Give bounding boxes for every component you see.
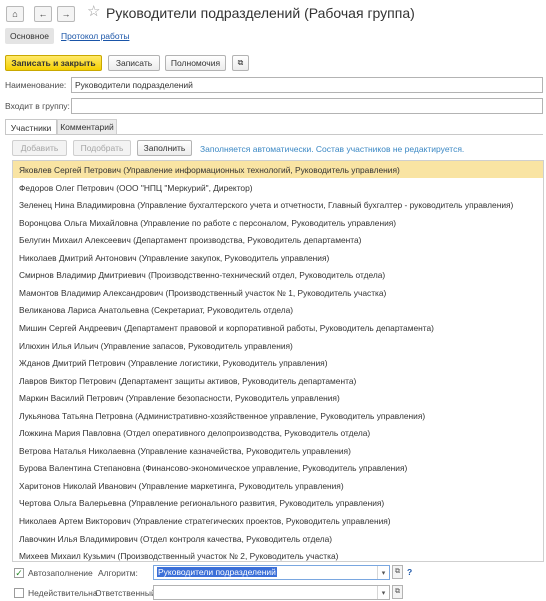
page-title: Руководители подразделений (Рабочая груп… [106,5,415,21]
autofill-label: Автозаполнение [28,568,93,578]
group-label: Входит в группу: [5,101,70,111]
list-item[interactable]: Николаев Артем Викторович (Управление ст… [13,512,543,529]
list-item[interactable]: Илюхин Илья Ильич (Управление запасов, Р… [13,337,543,354]
participants-list[interactable]: Яковлев Сергей Петрович (Управление инфо… [12,160,544,562]
list-item[interactable]: Ложкина Мария Павловна (Отдел оперативно… [13,424,543,441]
list-item[interactable]: Лавров Виктор Петрович (Департамент защи… [13,372,543,389]
list-item[interactable]: Яковлев Сергей Петрович (Управление инфо… [13,161,543,178]
copy-icon: ⧉ [237,58,244,67]
tab-divider [5,134,543,135]
forward-button[interactable]: → [57,6,75,22]
autofill-checkbox[interactable]: ✓ [14,568,24,578]
list-item[interactable]: Маркин Василий Петрович (Управление безо… [13,389,543,406]
list-item[interactable]: Ветрова Наталья Николаевна (Управление к… [13,442,543,459]
chevron-down-icon[interactable]: ▾ [377,566,389,579]
list-item[interactable]: Мишин Сергей Андреевич (Департамент прав… [13,319,543,336]
arrow-right-icon: → [61,9,71,19]
tab-participants[interactable]: Участники [5,119,57,135]
list-item[interactable]: Жданов Дмитрий Петрович (Управление логи… [13,354,543,371]
save-button[interactable]: Записать [108,55,160,71]
list-item[interactable]: Мамонтов Владимир Александрович (Произво… [13,284,543,301]
copy-button[interactable]: ⧉ [232,55,249,71]
pick-button[interactable]: Подобрать [73,140,131,156]
chevron-down-icon[interactable]: ▾ [377,586,389,599]
open-button[interactable]: ⧉ [392,565,403,579]
home-button[interactable]: ⌂ [6,6,24,22]
home-icon: ⌂ [12,9,18,19]
algorithm-label: Алгоритм: [98,568,138,578]
help-link[interactable]: ? [407,567,412,577]
responsible-label: Ответственный: [95,588,159,598]
tab-comment[interactable]: Комментарий [57,119,117,135]
invalid-checkbox[interactable] [14,588,24,598]
permissions-button[interactable]: Полномочия [165,55,226,71]
list-item[interactable]: Воронцова Ольга Михайловна (Управление п… [13,214,543,231]
check-icon: ✓ [15,568,23,578]
algorithm-value: Руководители подразделений [157,567,277,577]
open-responsible-button[interactable]: ⧉ [392,585,403,599]
tab-main[interactable]: Основное [5,28,54,44]
save-close-button[interactable]: Записать и закрыть [5,55,102,71]
list-item[interactable]: Лавочкин Илья Владимирович (Отдел контро… [13,530,543,547]
list-item[interactable]: Белугин Михаил Алексеевич (Департамент п… [13,231,543,248]
list-item[interactable]: Михеев Михаил Кузьмич (Производственный … [13,547,543,561]
list-item[interactable]: Федоров Олег Петрович (ООО "НПЦ "Меркури… [13,179,543,196]
list-item[interactable]: Бурова Валентина Степановна (Финансово-э… [13,459,543,476]
open-icon: ⧉ [395,588,400,595]
name-label: Наименование: [5,80,67,90]
add-button[interactable]: Добавить [12,140,67,156]
autofill-note: Заполняется автоматически. Состав участн… [200,144,465,154]
list-item[interactable]: Лукьянова Татьяна Петровна (Администрати… [13,407,543,424]
name-field[interactable]: Руководители подразделений [71,77,543,93]
star-icon[interactable]: ☆ [87,4,100,19]
responsible-field[interactable]: ▾ [153,585,390,600]
list-item[interactable]: Харитонов Николай Иванович (Управление м… [13,477,543,494]
group-field[interactable] [71,98,543,114]
list-item[interactable]: Великанова Лариса Анатольевна (Секретари… [13,301,543,318]
open-icon: ⧉ [395,568,400,575]
back-button[interactable]: ← [34,6,52,22]
list-item[interactable]: Смирнов Владимир Дмитриевич (Производств… [13,266,543,283]
list-item[interactable]: Николаев Дмитрий Антонович (Управление з… [13,249,543,266]
algorithm-field[interactable]: Руководители подразделений ▾ [153,565,390,580]
fill-button[interactable]: Заполнить [137,140,192,156]
arrow-left-icon: ← [38,9,48,19]
tab-protocol[interactable]: Протокол работы [61,31,129,41]
list-item[interactable]: Зеленец Нина Владимировна (Управление бу… [13,196,543,213]
list-item[interactable]: Чертова Ольга Валерьевна (Управление рег… [13,494,543,511]
invalid-label: Недействительна [28,588,98,598]
